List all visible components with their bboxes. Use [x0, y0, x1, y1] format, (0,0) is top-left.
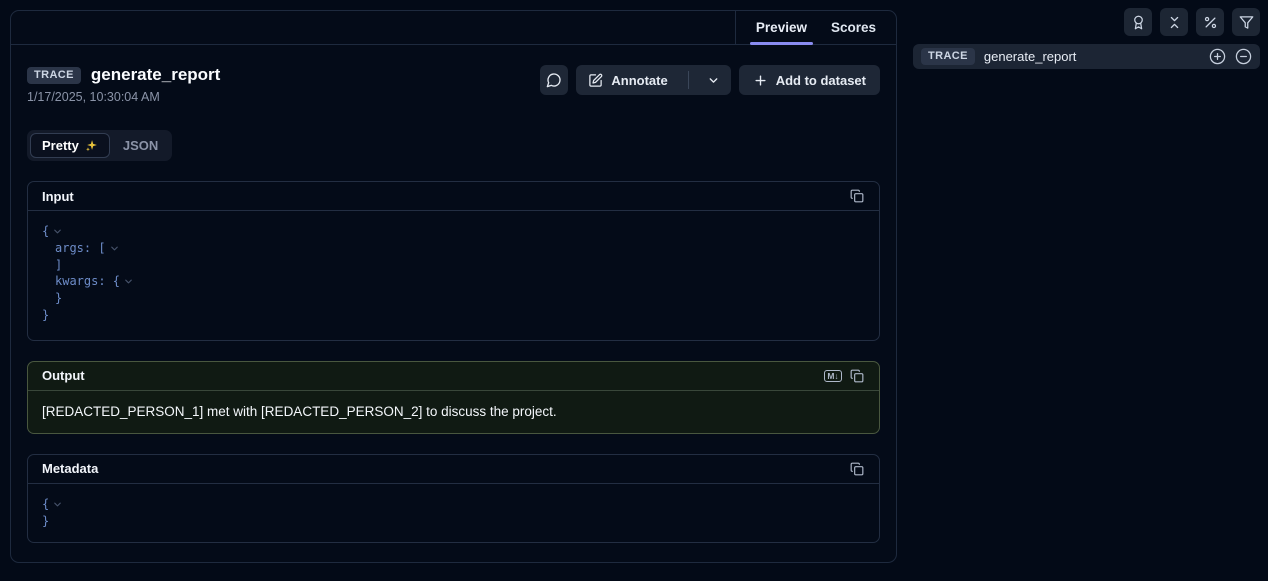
- output-content: [REDACTED_PERSON_1] met with [REDACTED_P…: [28, 391, 879, 433]
- scores-display-button[interactable]: [1124, 8, 1152, 36]
- sparkles-icon: [85, 139, 98, 152]
- chevrons-collapse-icon: [1167, 15, 1182, 30]
- annotate-icon: [588, 73, 603, 88]
- page-title: generate_report: [91, 65, 220, 85]
- filter-icon: [1239, 15, 1254, 30]
- tree-node-trace-selected[interactable]: TRACE generate_report: [913, 44, 1260, 69]
- card-body: TRACE generate_report 1/17/2025, 10:30:0…: [11, 45, 896, 559]
- chevron-down-icon[interactable]: [52, 499, 63, 510]
- chevron-down-icon[interactable]: [52, 226, 63, 237]
- tab-list: Preview Scores: [735, 11, 896, 44]
- json-token: }: [42, 513, 49, 530]
- annotate-label: Annotate: [611, 73, 667, 88]
- view-mode-toggle: Pretty JSON: [27, 130, 172, 161]
- tab-scores[interactable]: Scores: [823, 11, 884, 44]
- toggle-pretty-label: Pretty: [42, 138, 79, 153]
- copy-icon: [850, 462, 864, 476]
- json-line[interactable]: args: [: [42, 240, 865, 257]
- metadata-panel-header: Metadata: [28, 455, 879, 484]
- metrics-percent-button[interactable]: [1196, 8, 1224, 36]
- annotate-button[interactable]: Annotate: [576, 65, 679, 95]
- trace-actions: Annotate Add to dataset: [540, 65, 880, 95]
- toggle-json-label: JSON: [123, 138, 158, 153]
- json-line[interactable]: {: [42, 496, 865, 513]
- markdown-icon: M↓: [824, 370, 841, 383]
- award-icon: [1131, 15, 1146, 30]
- add-to-dataset-button[interactable]: Add to dataset: [739, 65, 880, 95]
- output-panel-title: Output: [42, 368, 85, 383]
- input-json-viewer: { args: [ ] kwargs: { } }: [28, 211, 879, 340]
- json-line: }: [42, 290, 865, 307]
- chevron-down-icon: [707, 74, 720, 87]
- metadata-panel: Metadata { }: [27, 454, 880, 544]
- circle-minus-icon: [1235, 48, 1252, 65]
- input-panel: Input { args: [ ]: [27, 181, 880, 341]
- trace-timestamp: 1/17/2025, 10:30:04 AM: [27, 90, 220, 104]
- trace-type-badge: TRACE: [27, 67, 81, 84]
- toggle-json[interactable]: JSON: [112, 134, 169, 157]
- json-line[interactable]: {: [42, 223, 865, 240]
- copy-input-button[interactable]: [845, 184, 869, 208]
- chevron-down-icon[interactable]: [109, 243, 120, 254]
- json-token: args: [: [55, 240, 106, 257]
- copy-metadata-button[interactable]: [845, 457, 869, 481]
- metadata-panel-title: Metadata: [42, 461, 98, 476]
- chevron-down-icon[interactable]: [123, 276, 134, 287]
- json-token: {: [42, 223, 49, 240]
- trace-type-badge: TRACE: [921, 48, 975, 65]
- tab-preview-label: Preview: [756, 20, 807, 35]
- filter-button[interactable]: [1232, 8, 1260, 36]
- tree-node-label: generate_report: [984, 49, 1077, 64]
- collapse-node-button[interactable]: [1235, 48, 1252, 65]
- percent-icon: [1203, 15, 1218, 30]
- metadata-json-viewer: { }: [28, 484, 879, 543]
- add-to-dataset-label: Add to dataset: [776, 73, 866, 88]
- json-token: ]: [55, 257, 62, 274]
- plus-icon: [753, 73, 768, 88]
- input-panel-title: Input: [42, 189, 74, 204]
- json-token: {: [42, 496, 49, 513]
- json-line: }: [42, 513, 865, 530]
- trace-tree-sidebar: TRACE generate_report: [913, 0, 1260, 69]
- trace-detail-card: Preview Scores TRACE generate_report 1/1…: [10, 10, 897, 563]
- tree-toolbar: [913, 0, 1260, 36]
- output-panel-header: Output M↓: [28, 362, 879, 391]
- json-line: }: [42, 307, 865, 324]
- json-line[interactable]: kwargs: {: [42, 273, 865, 290]
- tab-preview[interactable]: Preview: [748, 11, 815, 44]
- annotate-dropdown-button[interactable]: [697, 65, 731, 95]
- output-panel: Output M↓ [REDACTED_PERSON_1] met with […: [27, 361, 880, 434]
- copy-icon: [850, 369, 864, 383]
- button-divider: [688, 71, 689, 89]
- comment-icon: [546, 72, 562, 88]
- collapse-all-button[interactable]: [1160, 8, 1188, 36]
- json-line: ]: [42, 257, 865, 274]
- json-token: }: [42, 307, 49, 324]
- toggle-pretty[interactable]: Pretty: [30, 133, 110, 158]
- json-token: kwargs: {: [55, 273, 120, 290]
- tab-scores-label: Scores: [831, 20, 876, 35]
- json-token: }: [55, 290, 62, 307]
- expand-all-button[interactable]: [1209, 48, 1226, 65]
- input-panel-header: Input: [28, 182, 879, 211]
- annotate-split-button[interactable]: Annotate: [576, 65, 730, 95]
- markdown-toggle-button[interactable]: M↓: [821, 364, 845, 388]
- copy-output-button[interactable]: [845, 364, 869, 388]
- circle-plus-icon: [1209, 48, 1226, 65]
- trace-identity: TRACE generate_report 1/17/2025, 10:30:0…: [27, 65, 220, 104]
- comment-button[interactable]: [540, 65, 568, 95]
- trace-header: TRACE generate_report 1/17/2025, 10:30:0…: [27, 65, 880, 104]
- tabs-bar: Preview Scores: [11, 11, 896, 45]
- copy-icon: [850, 189, 864, 203]
